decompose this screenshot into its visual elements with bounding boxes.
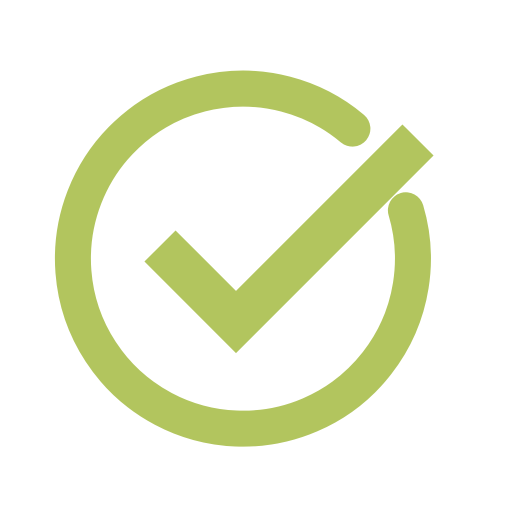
ring-arc: [54, 70, 431, 447]
checkmark: [144, 124, 434, 354]
check-circle-icon: [54, 70, 434, 447]
icon-canvas: [0, 0, 512, 512]
